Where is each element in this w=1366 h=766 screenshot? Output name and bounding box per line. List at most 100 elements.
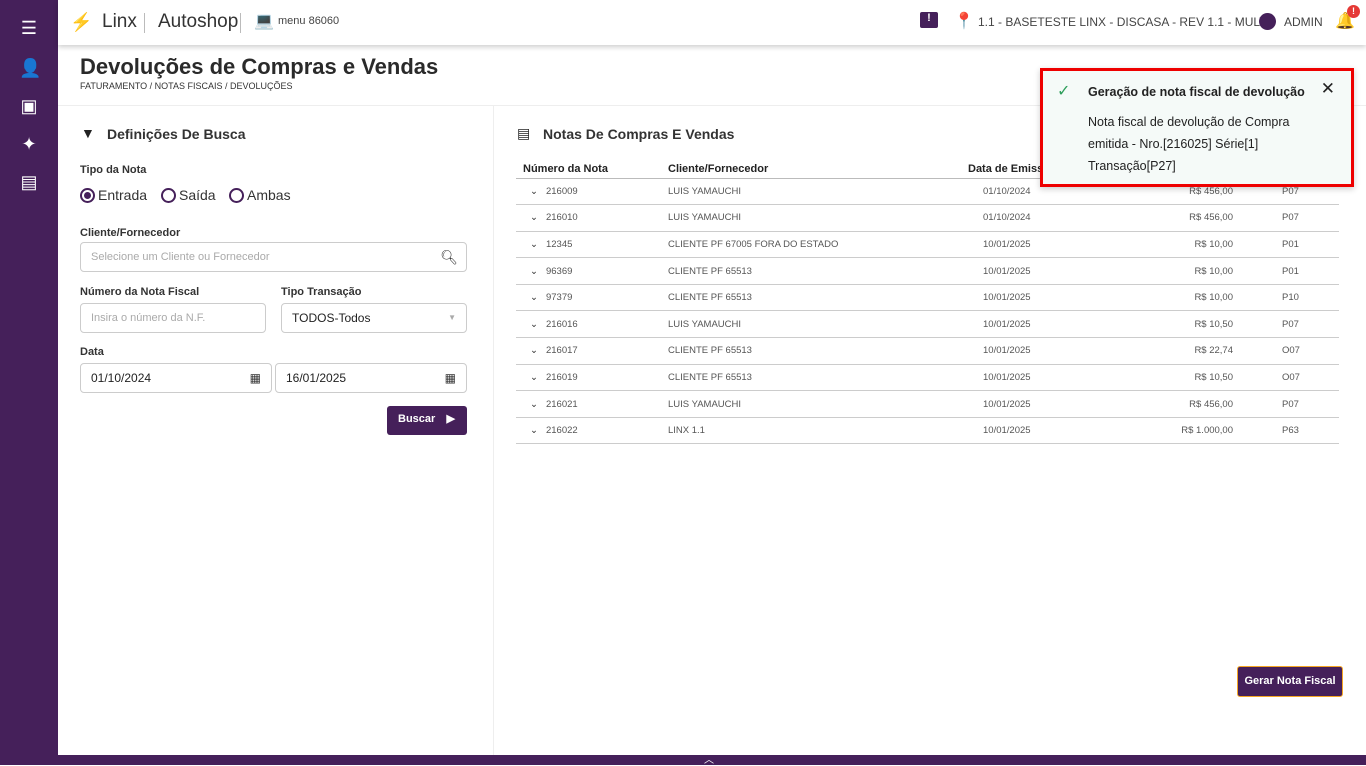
user-name[interactable]: ADMIN: [1284, 15, 1323, 29]
chevron-down-icon[interactable]: ⌄: [530, 345, 538, 356]
tipo-label: Tipo da Nota: [80, 164, 147, 176]
cell-cliente: CLIENTE PF 65513: [668, 364, 968, 392]
chevron-up-icon[interactable]: ︿: [704, 751, 714, 766]
cell-valor: R$ 10,50: [1118, 310, 1233, 339]
table-row[interactable]: ⌄ 216021 LUIS YAMAUCHI 10/01/2025 R$ 456,…: [516, 390, 1339, 418]
chevron-down-icon[interactable]: ⌄: [530, 292, 538, 303]
table-row[interactable]: ⌄ 96369 CLIENTE PF 65513 10/01/2025 R$ 10…: [516, 257, 1339, 285]
cell-transacao: O07: [1233, 364, 1339, 392]
gerar-nota-button[interactable]: Gerar Nota Fiscal: [1237, 666, 1343, 697]
notes-table: Número da Nota Cliente/Fornecedor Data d…: [516, 160, 1339, 445]
chevron-down-icon[interactable]: ⌄: [530, 319, 538, 330]
toast-message: Nota fiscal de devolução de Compra emiti…: [1088, 115, 1290, 173]
sparkle-icon[interactable]: ✦: [19, 134, 39, 154]
cell-valor: R$ 1.000,00: [1118, 417, 1233, 445]
chevron-down-icon[interactable]: ⌄: [530, 239, 538, 250]
transacao-select[interactable]: TODOS-Todos ▼: [281, 303, 467, 333]
col-numero: Número da Nota: [516, 160, 668, 179]
table-row[interactable]: ⌄ 216010 LUIS YAMAUCHI 01/10/2024 R$ 456,…: [516, 204, 1339, 232]
user-icon: [1259, 13, 1276, 30]
brand: Linx: [102, 11, 137, 32]
cell-valor: R$ 456,00: [1118, 204, 1233, 232]
table-row[interactable]: ⌄ 216019 CLIENTE PF 65513 10/01/2025 R$ 1…: [516, 364, 1339, 392]
cliente-input[interactable]: Selecione um Cliente ou Fornecedor 🔍︎: [80, 242, 467, 272]
cell-transacao: P01: [1233, 231, 1339, 259]
date-start-input[interactable]: 01/10/2024 ▦: [80, 363, 272, 393]
page-title: Devoluções de Compras e Vendas: [80, 54, 439, 79]
cell-valor: R$ 10,00: [1118, 284, 1233, 312]
cell-data: 10/01/2025: [968, 257, 1118, 285]
table-row[interactable]: ⌄ 216016 LUIS YAMAUCHI 10/01/2025 R$ 10,5…: [516, 310, 1339, 339]
laptop-icon: 💻: [254, 13, 274, 30]
cell-data: 10/01/2025: [968, 284, 1118, 312]
table-row[interactable]: ⌄ 216022 LINX 1.1 10/01/2025 R$ 1.000,00 …: [516, 417, 1339, 445]
cliente-label: Cliente/Fornecedor: [80, 227, 181, 239]
cell-cliente: LUIS YAMAUCHI: [668, 310, 968, 339]
bottom-bar: ︿: [58, 755, 1366, 766]
cell-cliente: LUIS YAMAUCHI: [668, 178, 968, 206]
calendar-icon: ▦: [444, 371, 456, 385]
data-label: Data: [80, 346, 104, 358]
topbar: ⚡ Linx Autoshop 💻 menu 86060 ! 📍 1.1 - B…: [58, 0, 1366, 45]
cell-valor: R$ 10,50: [1118, 364, 1233, 392]
linx-logo-icon: ⚡: [70, 12, 93, 32]
radio-entrada[interactable]: Entrada: [80, 187, 147, 203]
cell-cliente: CLIENTE PF 65513: [668, 257, 968, 285]
date-end-input[interactable]: 16/01/2025 ▦: [275, 363, 467, 393]
cell-valor: R$ 10,00: [1118, 257, 1233, 285]
cell-cliente: LUIS YAMAUCHI: [668, 204, 968, 232]
clipboard-icon[interactable]: ▤: [19, 172, 39, 192]
radio-ambas[interactable]: Ambas: [229, 187, 291, 203]
chevron-down-icon[interactable]: ⌄: [530, 212, 538, 223]
nf-label: Número da Nota Fiscal: [80, 286, 200, 298]
cell-data: 10/01/2025: [968, 310, 1118, 339]
toast-title: Geração de nota fiscal de devolução: [1088, 85, 1305, 99]
notes-section-title: Notas De Compras E Vendas: [543, 126, 735, 142]
cell-transacao: P10: [1233, 284, 1339, 312]
user-search-icon[interactable]: 👤: [19, 58, 41, 78]
cell-cliente: CLIENTE PF 65513: [668, 284, 968, 312]
radio-saida[interactable]: Saída: [161, 187, 216, 203]
buscar-button[interactable]: Buscar ▶: [387, 406, 467, 435]
cell-data: 10/01/2025: [968, 231, 1118, 259]
product-name: Autoshop: [158, 11, 239, 32]
cell-cliente: LUIS YAMAUCHI: [668, 390, 968, 418]
table-row[interactable]: ⌄ 97379 CLIENTE PF 65513 10/01/2025 R$ 10…: [516, 284, 1339, 312]
cell-valor: R$ 456,00: [1118, 390, 1233, 418]
chevron-down-icon[interactable]: ⌄: [530, 399, 538, 410]
feedback-icon[interactable]: !: [920, 12, 938, 28]
monitor-icon[interactable]: ▣: [19, 96, 39, 116]
cell-valor: R$ 22,74: [1118, 337, 1233, 365]
cell-transacao: P07: [1233, 310, 1339, 339]
table-row[interactable]: ⌄ 12345 CLIENTE PF 67005 FORA DO ESTADO 1…: [516, 231, 1339, 259]
transacao-label: Tipo Transação: [281, 286, 362, 298]
close-icon[interactable]: ✕: [1321, 79, 1335, 99]
cell-transacao: P63: [1233, 417, 1339, 445]
sidebar: ☰ 👤 ▣ ✦ ▤: [0, 0, 58, 765]
list-icon: ▤: [517, 125, 531, 141]
nf-input[interactable]: Insira o número da N.F.: [80, 303, 266, 333]
company-selector[interactable]: 1.1 - BASETESTE LINX - DISCASA - REV 1.1…: [978, 15, 1267, 29]
search-icon[interactable]: 🔍︎: [440, 243, 458, 271]
cell-data: 10/01/2025: [968, 417, 1118, 445]
cell-transacao: P07: [1233, 390, 1339, 418]
breadcrumb: FATURAMENTO / NOTAS FISCAIS / DEVOLUÇÕES: [80, 81, 293, 91]
chevron-down-icon[interactable]: ⌄: [530, 186, 538, 197]
menu-code: menu 86060: [278, 15, 340, 27]
col-cliente: Cliente/Fornecedor: [668, 160, 968, 179]
chevron-down-icon[interactable]: ⌄: [530, 425, 538, 436]
chevron-down-icon[interactable]: ⌄: [530, 372, 538, 383]
chevron-down-icon[interactable]: ⌄: [530, 266, 538, 277]
cell-data: 10/01/2025: [968, 337, 1118, 365]
cell-cliente: LINX 1.1: [668, 417, 968, 445]
cell-transacao: P01: [1233, 257, 1339, 285]
cell-data: 01/10/2024: [968, 204, 1118, 232]
menu-icon[interactable]: ☰: [19, 18, 39, 38]
check-icon: ✓: [1057, 83, 1071, 100]
cell-transacao: P07: [1233, 204, 1339, 232]
cell-transacao: O07: [1233, 337, 1339, 365]
cell-cliente: CLIENTE PF 65513: [668, 337, 968, 365]
table-row[interactable]: ⌄ 216017 CLIENTE PF 65513 10/01/2025 R$ 2…: [516, 337, 1339, 365]
notification-badge: !: [1347, 5, 1360, 18]
toast-notification: ✓ Geração de nota fiscal de devolução ✕ …: [1040, 68, 1354, 187]
